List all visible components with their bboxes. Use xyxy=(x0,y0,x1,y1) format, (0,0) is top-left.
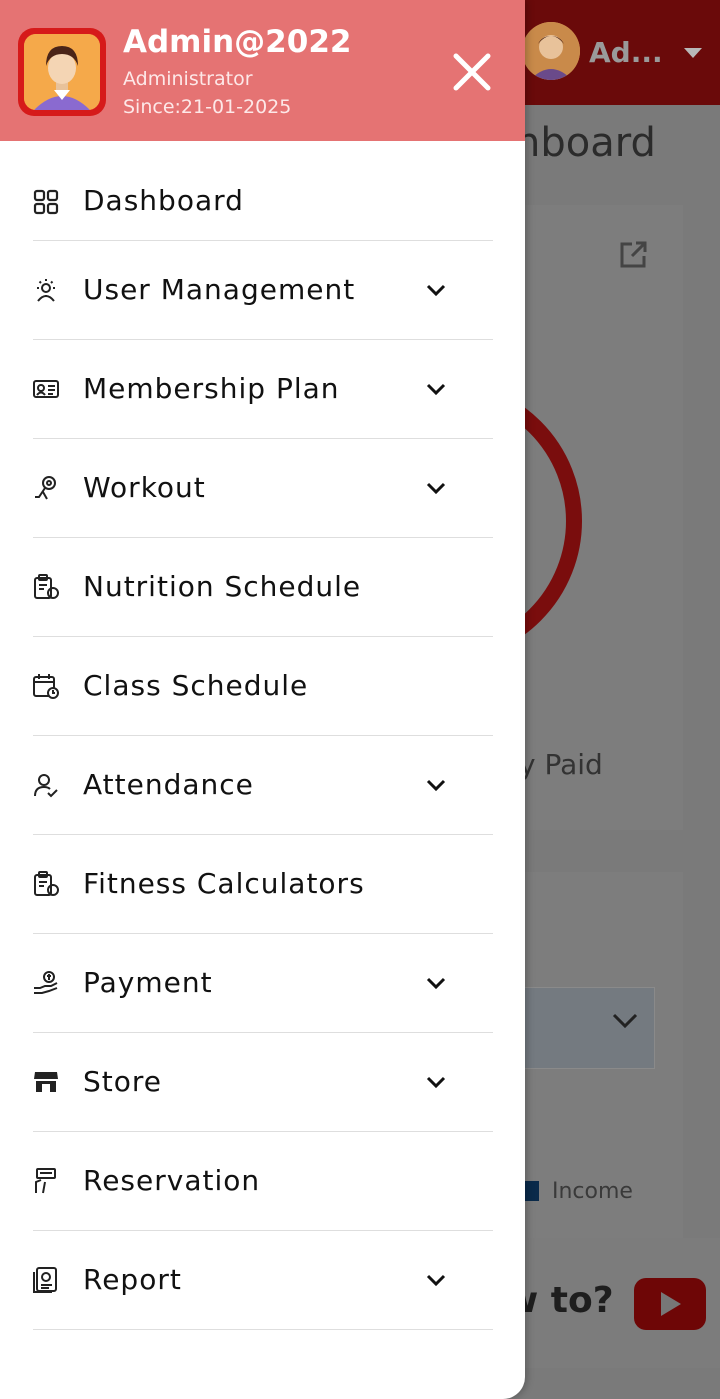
chevron-down-icon[interactable] xyxy=(425,1269,447,1291)
menu-item-dashboard[interactable]: Dashboard xyxy=(33,152,493,241)
chevron-down-icon[interactable] xyxy=(425,378,447,400)
chevron-down-icon[interactable] xyxy=(425,774,447,796)
user-check-icon xyxy=(33,772,59,798)
chevron-down-icon[interactable] xyxy=(612,1012,638,1030)
drawer-menu: Dashboard User Management Membership Pla… xyxy=(33,152,493,1330)
payment-hand-icon xyxy=(33,970,59,996)
report-icon xyxy=(33,1267,59,1293)
menu-label: Attendance xyxy=(83,768,254,801)
youtube-icon[interactable] xyxy=(634,1278,706,1330)
navigation-drawer: Admin@2022 Administrator Since:21-01-202… xyxy=(0,0,525,1399)
admin-name: Admin@2022 xyxy=(123,24,352,60)
menu-item-fitness-calculators[interactable]: Fitness Calculators xyxy=(33,835,493,934)
admin-role: Administrator xyxy=(123,68,253,90)
users-gear-icon xyxy=(33,277,59,303)
menu-label: Class Schedule xyxy=(83,669,309,702)
calendar-clock-icon xyxy=(33,673,59,699)
menu-label: Payment xyxy=(83,966,213,999)
menu-item-reservation[interactable]: Reservation xyxy=(33,1132,493,1231)
menu-label: Reservation xyxy=(83,1164,261,1197)
menu-item-payment[interactable]: Payment xyxy=(33,934,493,1033)
dashboard-icon xyxy=(33,189,59,215)
chevron-down-icon[interactable] xyxy=(425,1071,447,1093)
legend-swatch xyxy=(524,1181,539,1201)
menu-label: Dashboard xyxy=(83,184,244,217)
reservation-icon xyxy=(33,1168,59,1194)
clipboard-apple-icon xyxy=(33,574,59,600)
workout-icon xyxy=(33,475,59,501)
caret-down-icon[interactable] xyxy=(684,48,702,58)
page-title: nboard xyxy=(515,120,656,166)
menu-label: User Management xyxy=(83,273,356,306)
menu-label: Store xyxy=(83,1065,163,1098)
menu-label: Report xyxy=(83,1263,182,1296)
menu-item-class-schedule[interactable]: Class Schedule xyxy=(33,637,493,736)
store-icon xyxy=(33,1069,59,1095)
menu-item-report[interactable]: Report xyxy=(33,1231,493,1330)
clipboard-apple-icon xyxy=(33,871,59,897)
topbar-avatar[interactable] xyxy=(522,22,580,80)
drawer-header: Admin@2022 Administrator Since:21-01-202… xyxy=(0,0,525,141)
menu-label: Nutrition Schedule xyxy=(83,570,362,603)
menu-item-workout[interactable]: Workout xyxy=(33,439,493,538)
menu-item-membership-plan[interactable]: Membership Plan xyxy=(33,340,493,439)
chevron-down-icon[interactable] xyxy=(425,279,447,301)
external-link-icon[interactable] xyxy=(618,240,648,270)
menu-item-user-management[interactable]: User Management xyxy=(33,241,493,340)
close-icon[interactable] xyxy=(448,48,496,96)
admin-since: Since:21-01-2025 xyxy=(123,96,292,118)
menu-label: Workout xyxy=(83,471,206,504)
menu-label: Fitness Calculators xyxy=(83,867,365,900)
chevron-down-icon[interactable] xyxy=(425,477,447,499)
chevron-down-icon[interactable] xyxy=(425,972,447,994)
menu-item-attendance[interactable]: Attendance xyxy=(33,736,493,835)
menu-item-nutrition-schedule[interactable]: Nutrition Schedule xyxy=(33,538,493,637)
admin-avatar xyxy=(18,28,106,116)
menu-item-store[interactable]: Store xyxy=(33,1033,493,1132)
chart-legend-label: y Paid xyxy=(519,748,603,781)
topbar-username[interactable]: Ad... xyxy=(589,36,663,69)
legend-income: Income xyxy=(552,1179,633,1204)
membership-card-icon xyxy=(33,376,59,402)
menu-label: Membership Plan xyxy=(83,372,340,405)
